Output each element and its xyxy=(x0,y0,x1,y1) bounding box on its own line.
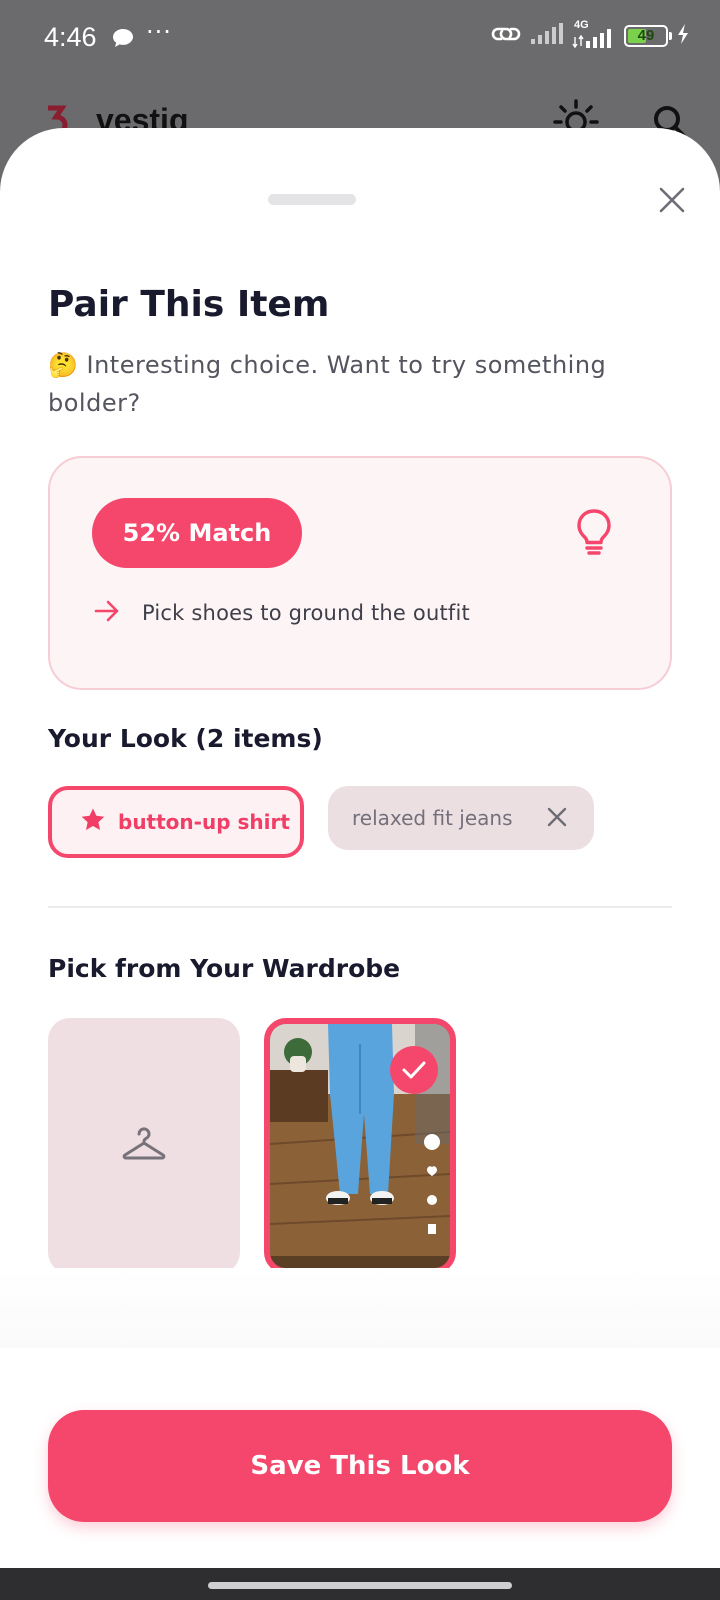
home-gesture-bar[interactable] xyxy=(208,1582,512,1589)
section-divider xyxy=(48,906,672,908)
save-look-button[interactable]: Save This Look xyxy=(48,1410,672,1522)
page-subtitle: 🤔 Interesting choice. Want to try someth… xyxy=(48,351,607,417)
look-item-label: relaxed fit jeans xyxy=(352,806,513,830)
lightbulb-icon xyxy=(574,508,614,560)
status-bar: 4:46 ··· 4G 49 xyxy=(0,0,720,78)
system-nav-bar xyxy=(0,1568,720,1600)
look-item-chip-primary[interactable]: button-up shirt xyxy=(48,786,304,858)
status-icons: 4G 49 xyxy=(490,19,690,50)
more-notifications-icon: ··· xyxy=(146,18,172,46)
check-icon xyxy=(402,1060,426,1080)
wardrobe-item-photo[interactable] xyxy=(264,1018,456,1274)
battery-icon: 49 xyxy=(624,25,672,47)
remove-item-icon[interactable] xyxy=(546,806,568,832)
match-tip-text: Pick shoes to ground the outfit xyxy=(142,601,470,625)
match-card: 52% Match Pick shoes to ground the outfi… xyxy=(48,456,672,690)
arrow-right-icon xyxy=(94,600,120,626)
star-icon xyxy=(80,807,106,837)
signal-icon xyxy=(530,23,564,49)
footer-fade xyxy=(0,1268,720,1348)
look-item-chip[interactable]: relaxed fit jeans xyxy=(328,786,594,850)
match-score-badge: 52% Match xyxy=(92,498,302,568)
sheet-drag-handle[interactable] xyxy=(268,194,356,205)
pair-item-sheet: Pair This Item 🤔 Interesting choice. Wan… xyxy=(0,128,720,1568)
link-icon xyxy=(490,22,522,50)
chat-notification-icon xyxy=(112,28,134,52)
page-title: Pair This Item xyxy=(48,284,330,325)
wardrobe-item-placeholder[interactable] xyxy=(48,1018,240,1274)
match-tip: Pick shoes to ground the outfit xyxy=(94,600,470,626)
wardrobe-heading: Pick from Your Wardrobe xyxy=(48,954,401,983)
hanger-icon xyxy=(122,1126,166,1166)
battery-percent: 49 xyxy=(637,27,655,44)
status-time: 4:46 xyxy=(44,22,97,52)
your-look-heading: Your Look (2 items) xyxy=(48,724,323,753)
look-item-label: button-up shirt xyxy=(118,810,290,834)
close-icon xyxy=(659,187,685,217)
selected-check-badge xyxy=(390,1046,438,1094)
signal-4g-icon: 4G xyxy=(572,19,616,49)
close-button[interactable] xyxy=(650,180,694,224)
charging-icon xyxy=(676,23,690,49)
